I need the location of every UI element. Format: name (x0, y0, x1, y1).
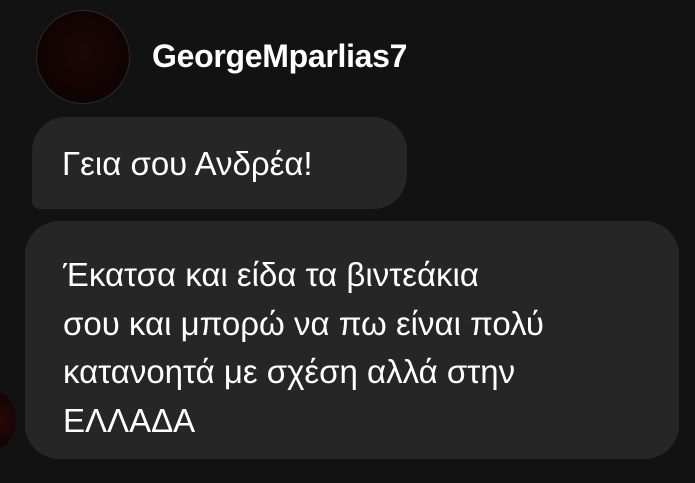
message-text-line: ΕΛΛΑΔΑ (63, 401, 196, 439)
message-text: Γεια σου Ανδρέα! (62, 145, 313, 182)
message-text-line: σου και μπορώ να πω είναι πολύ (63, 304, 544, 342)
message-bubble[interactable]: Γεια σου Ανδρέα! (32, 117, 407, 209)
sender-avatar[interactable] (36, 10, 130, 104)
chat-header: GeorgeMparlias7 (0, 0, 695, 110)
sender-mini-avatar (0, 392, 16, 448)
message-bubble[interactable]: Έκατσα και είδα τα βιντεάκια σου και μπο… (25, 221, 679, 459)
sender-username[interactable]: GeorgeMparlias7 (152, 38, 407, 75)
message-text-line: κατανοητά με σχέση αλλά στην (63, 353, 516, 390)
message-text-line: Έκατσα και είδα τα βιντεάκια (63, 256, 479, 293)
